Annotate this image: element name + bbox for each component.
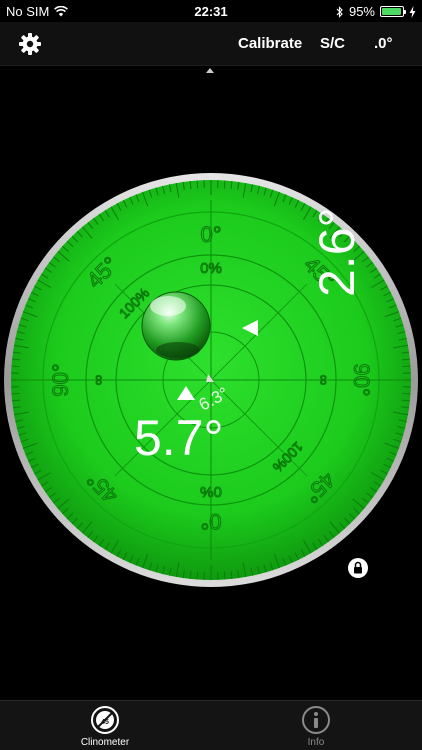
clinometer-icon: 45 bbox=[91, 706, 119, 734]
info-icon bbox=[302, 706, 330, 734]
scale-left-inf: ∞ bbox=[90, 374, 107, 385]
bluetooth-icon bbox=[336, 5, 343, 18]
status-bar: No SIM 22:31 95% bbox=[0, 0, 422, 22]
tab-clinometer-label: Clinometer bbox=[80, 737, 130, 748]
degree-tick bbox=[11, 365, 20, 368]
degree-tick bbox=[223, 180, 226, 189]
scale-right-deg: 90° bbox=[349, 363, 374, 396]
svg-text:45: 45 bbox=[101, 719, 109, 726]
scale-right-inf: ∞ bbox=[315, 375, 332, 386]
top-toolbar: Calibrate S/C .0° bbox=[0, 22, 422, 66]
level-bubble bbox=[141, 291, 211, 361]
tab-bar: 45 Clinometer Info bbox=[0, 700, 422, 750]
sc-button[interactable]: S/C bbox=[320, 35, 345, 52]
charging-icon bbox=[409, 5, 416, 18]
degree-tick bbox=[196, 180, 199, 189]
y-angle-readout: 2.6° bbox=[309, 207, 365, 297]
degree-tick bbox=[402, 365, 411, 368]
tab-info[interactable]: Info bbox=[276, 705, 356, 748]
drawer-caret-icon[interactable] bbox=[206, 68, 214, 73]
calibrate-button[interactable]: Calibrate bbox=[238, 35, 302, 52]
battery-level bbox=[382, 8, 401, 15]
scale-left-deg: 90° bbox=[48, 363, 73, 396]
degree-tick bbox=[223, 571, 226, 580]
tab-clinometer[interactable]: 45 Clinometer bbox=[65, 705, 145, 748]
degree-tick bbox=[196, 571, 199, 580]
scale-inner-top-pct: 0% bbox=[200, 260, 222, 277]
gear-icon[interactable] bbox=[18, 32, 42, 56]
scale-bottom-deg: 0° bbox=[200, 509, 221, 534]
lock-icon[interactable] bbox=[348, 558, 368, 578]
x-angle-readout: 5.7° bbox=[134, 410, 224, 466]
scale-inner-bottom-pct: 0% bbox=[200, 483, 222, 500]
tab-info-label: Info bbox=[307, 737, 325, 748]
battery-percent: 95% bbox=[348, 4, 375, 19]
scale-top-deg: 0° bbox=[200, 222, 221, 247]
precision-button[interactable]: .0° bbox=[374, 35, 393, 52]
degree-tick bbox=[402, 392, 411, 395]
degree-tick bbox=[11, 392, 20, 395]
clinometer-dial: 0° 0° 90° 90° 45° 45° 45° 45° 0% 0% 100%… bbox=[4, 173, 418, 587]
battery-icon bbox=[380, 6, 406, 17]
